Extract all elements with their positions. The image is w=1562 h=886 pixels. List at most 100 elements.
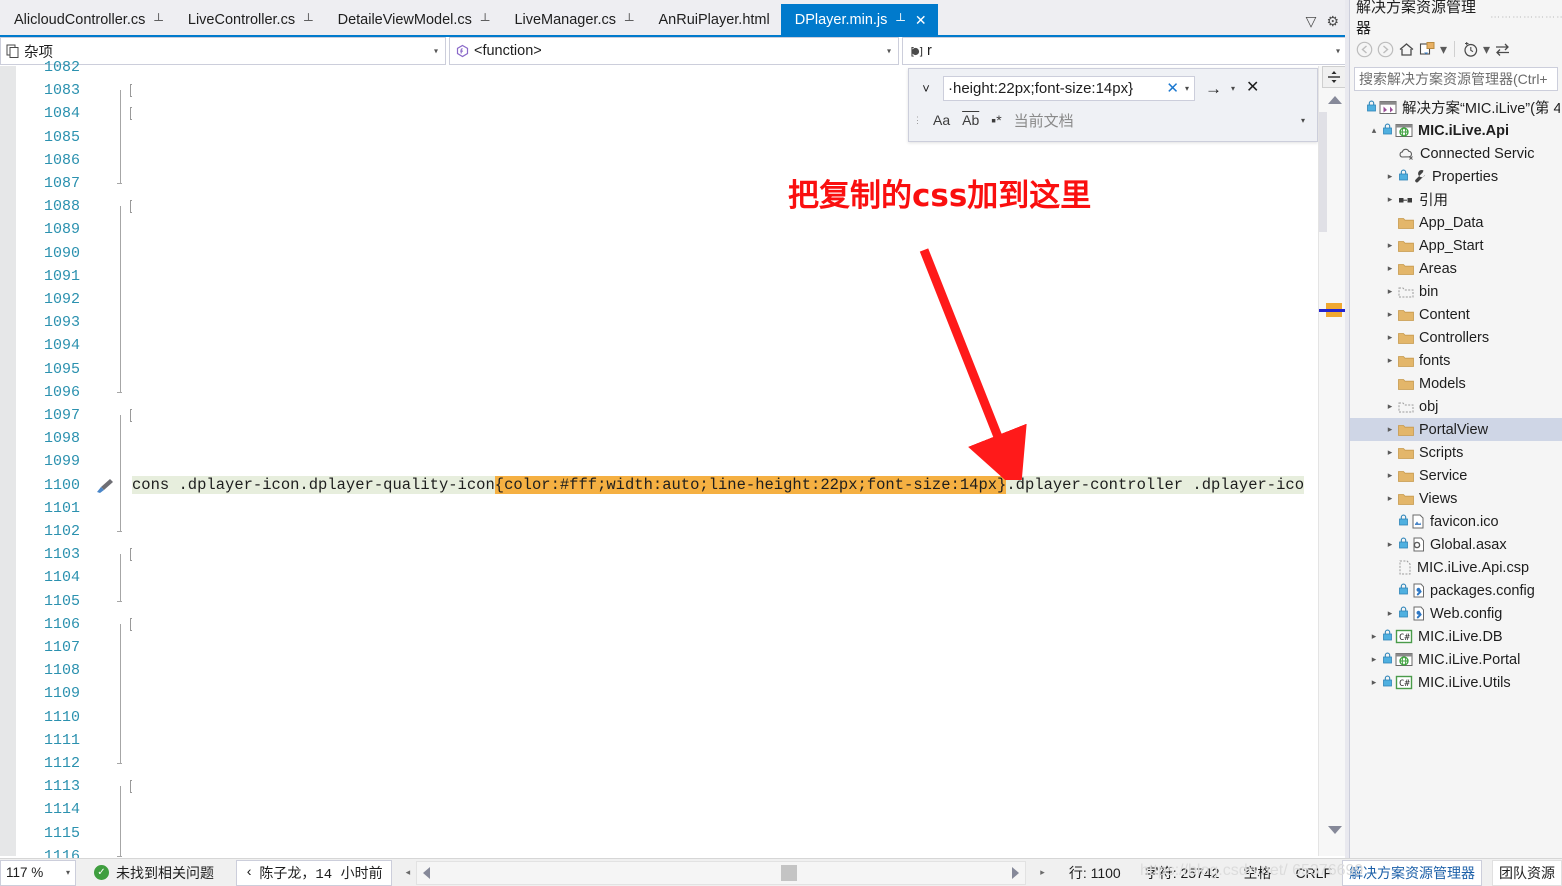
expander-icon[interactable]: ▸ <box>1382 286 1398 297</box>
expander-icon[interactable]: ▸ <box>1382 401 1398 412</box>
scroll-up-arrow[interactable] <box>1328 96 1342 104</box>
match-whole-word-button[interactable]: Ab <box>956 113 985 127</box>
scroll-down-arrow[interactable] <box>1328 826 1342 834</box>
expander-icon[interactable]: ▸ <box>1382 424 1398 435</box>
tree-item[interactable]: ▸Views <box>1350 487 1562 510</box>
next-change-icon[interactable]: ◂ <box>406 867 411 878</box>
solution-tree[interactable]: 解决方案“MIC.iLive”(第 4▴MIC.iLive.ApiConnect… <box>1350 96 1562 694</box>
chevron-down-icon[interactable]: ˅ <box>909 81 943 96</box>
back-icon[interactable] <box>1356 41 1373 58</box>
close-find-icon[interactable]: ✕ <box>1246 80 1259 96</box>
editor-horizontal-scrollbar[interactable] <box>416 861 1026 885</box>
tree-item[interactable]: ▸C#MIC.iLive.Utils <box>1350 671 1562 694</box>
tree-item[interactable]: Connected Servic <box>1350 142 1562 165</box>
codelens-author-info[interactable]: ‹ 陈子龙，14 小时前 <box>236 860 392 886</box>
symbol-selector[interactable]: [] r ▾ <box>902 37 1348 65</box>
tab-alicloudcontroller[interactable]: AlicloudController.cs ┴ <box>0 4 174 35</box>
chevron-down-icon[interactable]: ▾ <box>66 868 70 877</box>
expand-status-icon[interactable]: ▸ <box>1040 867 1045 878</box>
code-line-1100[interactable]: cons .dplayer-icon.dplayer-quality-icon{… <box>132 472 1304 498</box>
tree-item[interactable]: packages.config <box>1350 579 1562 602</box>
tree-item[interactable]: ▸Properties <box>1350 165 1562 188</box>
expander-icon[interactable]: ▸ <box>1382 171 1398 182</box>
pin-icon[interactable]: ┴ <box>625 14 634 26</box>
clear-search-icon[interactable]: ✕ <box>1160 81 1185 96</box>
home-icon[interactable] <box>1398 41 1415 58</box>
expander-icon[interactable]: ▸ <box>1382 447 1398 458</box>
expander-icon[interactable]: ▸ <box>1382 263 1398 274</box>
expander-icon[interactable]: ▸ <box>1366 631 1382 642</box>
gear-icon[interactable]: ⚙ <box>1326 14 1339 28</box>
tree-item[interactable]: ▸fonts <box>1350 349 1562 372</box>
tab-overflow-icon[interactable]: ▽ <box>1306 14 1317 28</box>
solution-explorer-search-input[interactable]: 搜索解决方案资源管理器(Ctrl+ <box>1354 67 1558 91</box>
match-case-button[interactable]: Aa <box>927 113 956 127</box>
find-next-dropdown-icon[interactable]: ▾ <box>1231 84 1235 93</box>
tree-item[interactable]: ▸obj <box>1350 395 1562 418</box>
expander-icon[interactable]: ▸ <box>1382 539 1398 550</box>
expander-icon[interactable]: ▸ <box>1382 240 1398 251</box>
tree-item[interactable]: ▸bin <box>1350 280 1562 303</box>
chevron-down-icon[interactable]: ▾ <box>434 47 438 56</box>
expander-icon[interactable]: ▴ <box>1366 125 1382 136</box>
tree-item[interactable]: ▴MIC.iLive.Api <box>1350 119 1562 142</box>
sync-icon[interactable] <box>1494 41 1511 58</box>
tree-item[interactable]: ▸Service <box>1350 464 1562 487</box>
tree-item[interactable]: favicon.ico <box>1350 510 1562 533</box>
pending-changes-dropdown-icon[interactable]: ▾ <box>1483 42 1490 56</box>
expander-icon[interactable]: ▸ <box>1382 470 1398 481</box>
expander-icon[interactable]: ▸ <box>1366 654 1382 665</box>
new-folder-dropdown-icon[interactable]: ▾ <box>1440 42 1447 56</box>
status-tab-solution-explorer[interactable]: 解决方案资源管理器 <box>1342 860 1482 886</box>
panel-drag-dots[interactable]: ⋯⋯⋯⋯⋯⋯⋯ <box>1490 12 1562 23</box>
pin-icon[interactable]: ┴ <box>481 14 490 26</box>
expander-icon[interactable]: ▸ <box>1382 608 1398 619</box>
search-history-dropdown-icon[interactable]: ▾ <box>1185 84 1194 93</box>
tree-item[interactable]: ▸Global.asax <box>1350 533 1562 556</box>
close-icon[interactable]: ✕ <box>915 13 927 27</box>
tab-dplayer-min-js[interactable]: DPlayer.min.js ┴ ✕ <box>781 4 938 35</box>
resize-grip-icon[interactable]: ⋮ <box>909 115 927 126</box>
expander-icon[interactable]: ▸ <box>1382 194 1398 205</box>
scroll-left-arrow[interactable] <box>423 867 430 879</box>
tab-detaileviewmodel[interactable]: DetaileViewModel.cs ┴ <box>324 4 501 35</box>
find-next-icon[interactable]: → <box>1205 80 1222 97</box>
tab-livemanager[interactable]: LiveManager.cs ┴ <box>500 4 644 35</box>
search-scope-dropdown-icon[interactable]: ▾ <box>1301 116 1319 125</box>
new-folder-icon[interactable] <box>1419 41 1436 58</box>
editor-vertical-scrollbar[interactable] <box>1318 66 1348 856</box>
tree-item[interactable]: 解决方案“MIC.iLive”(第 4 <box>1350 96 1562 119</box>
tree-item[interactable]: ▸MIC.iLive.Portal <box>1350 648 1562 671</box>
tree-item[interactable]: ▸Controllers <box>1350 326 1562 349</box>
zoom-level-selector[interactable]: 117 % ▾ <box>0 860 76 886</box>
find-input[interactable]: ·height:22px;font-size:14px} ✕ ▾ <box>943 76 1195 101</box>
tree-item[interactable]: ▸App_Start <box>1350 234 1562 257</box>
status-tab-team-explorer[interactable]: 团队资源 <box>1492 860 1562 886</box>
expander-icon[interactable]: ▸ <box>1366 677 1382 688</box>
tree-item[interactable]: Models <box>1350 372 1562 395</box>
tree-item[interactable]: ▸Content <box>1350 303 1562 326</box>
expander-icon[interactable]: ▸ <box>1382 355 1398 366</box>
prev-change-icon[interactable]: ‹ <box>245 865 253 881</box>
chevron-down-icon[interactable]: ▾ <box>887 47 891 56</box>
expander-icon[interactable]: ▸ <box>1382 493 1398 504</box>
pin-icon[interactable]: ┴ <box>154 14 163 26</box>
pin-icon[interactable]: ┴ <box>304 14 313 26</box>
tree-item[interactable]: MIC.iLive.Api.csp <box>1350 556 1562 579</box>
tab-anruiplayer[interactable]: AnRuiPlayer.html <box>645 4 781 35</box>
scroll-right-arrow[interactable] <box>1012 867 1019 879</box>
hscroll-thumb[interactable] <box>781 865 797 881</box>
expander-icon[interactable]: ▸ <box>1382 309 1398 320</box>
split-view-button[interactable] <box>1322 66 1346 88</box>
use-regex-button[interactable]: ▪* <box>985 113 1007 127</box>
code-editor-surface[interactable]: cons .dplayer-icon.dplayer-quality-icon{… <box>132 66 1318 856</box>
code-health-status[interactable]: ✓ 未找到相关问题 <box>94 863 214 883</box>
chevron-down-icon[interactable]: ▾ <box>1336 47 1340 56</box>
forward-icon[interactable] <box>1377 41 1394 58</box>
pending-changes-icon[interactable] <box>1462 41 1479 58</box>
tree-item[interactable]: ▸Web.config <box>1350 602 1562 625</box>
tab-livecontroller[interactable]: LiveController.cs ┴ <box>174 4 324 35</box>
tree-item[interactable]: ▸C#MIC.iLive.DB <box>1350 625 1562 648</box>
member-selector[interactable]: <function> ▾ <box>449 37 899 65</box>
scroll-thumb[interactable] <box>1319 112 1327 232</box>
